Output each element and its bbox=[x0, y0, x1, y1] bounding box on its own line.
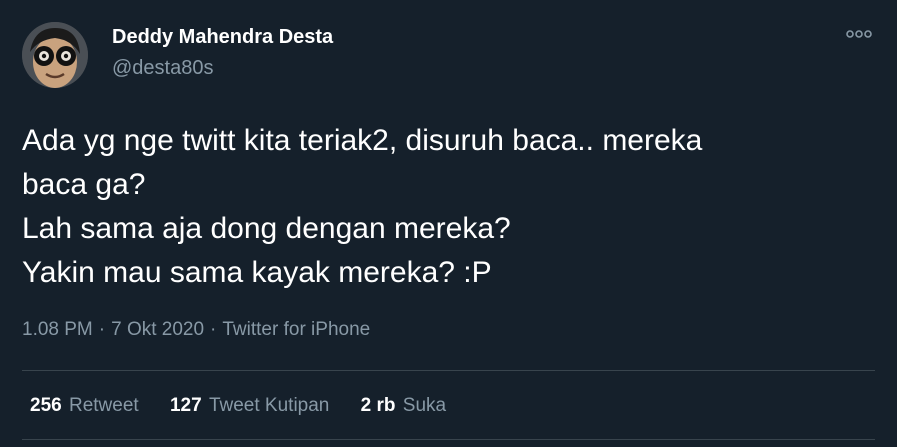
tweet-text-line: Lah sama aja dong dengan mereka? bbox=[22, 212, 511, 245]
tweet-stats: 256 Retweet 127 Tweet Kutipan 2 rb Suka bbox=[30, 392, 472, 420]
quote-tweets-count: 127 bbox=[169, 395, 202, 416]
retweets-stat[interactable]: 256 Retweet bbox=[30, 392, 139, 420]
author-info: Deddy Mahendra Desta @desta80s bbox=[112, 24, 333, 81]
retweets-label: Retweet bbox=[68, 395, 139, 416]
divider bbox=[22, 370, 875, 371]
likes-label: Suka bbox=[402, 395, 447, 416]
meta-separator: · bbox=[98, 319, 106, 340]
likes-count: 2 rb bbox=[360, 395, 396, 416]
tweet-text-line: Ada yg nge twitt kita teriak2, disuruh b… bbox=[22, 124, 703, 157]
more-options-button[interactable] bbox=[844, 24, 874, 44]
divider bbox=[22, 439, 875, 440]
tweet-source[interactable]: Twitter for iPhone bbox=[222, 319, 370, 340]
tweet-text-line: baca ga? bbox=[22, 168, 146, 201]
tweet-date[interactable]: 7 Okt 2020 bbox=[111, 319, 204, 340]
quote-tweets-stat[interactable]: 127 Tweet Kutipan bbox=[170, 392, 329, 420]
likes-stat[interactable]: 2 rb Suka bbox=[361, 392, 446, 420]
author-display-name[interactable]: Deddy Mahendra Desta bbox=[112, 24, 333, 50]
avatar-image bbox=[22, 22, 88, 88]
more-options-icon bbox=[846, 30, 872, 38]
author-handle[interactable]: @desta80s bbox=[112, 55, 333, 81]
retweets-count: 256 bbox=[30, 395, 62, 416]
avatar[interactable] bbox=[22, 22, 88, 88]
meta-separator: · bbox=[210, 319, 217, 340]
tweet-text-line: Yakin mau sama kayak mereka? :P bbox=[22, 256, 492, 289]
tweet-text: Ada yg nge twitt kita teriak2, disuruh b… bbox=[22, 119, 872, 295]
tweet-time[interactable]: 1.08 PM bbox=[22, 319, 93, 340]
tweet-card: Deddy Mahendra Desta @desta80s Ada yg ng… bbox=[0, 0, 897, 447]
quote-tweets-label: Tweet Kutipan bbox=[208, 395, 330, 416]
tweet-metadata: 1.08 PM · 7 Okt 2020 · Twitter for iPhone bbox=[22, 316, 370, 344]
